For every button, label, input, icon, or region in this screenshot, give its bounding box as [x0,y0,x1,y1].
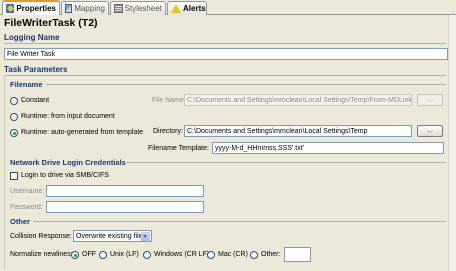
divider [33,221,446,222]
radio-newline-mac[interactable] [207,251,215,259]
radio-newline-unix-label: Unix (LF) [110,251,139,258]
properties-panel: FileWriterTask (T2) Logging Name File Wr… [0,15,456,271]
filename-template-label: Filename Template: [148,145,209,152]
file-name-browse-button[interactable]: ... [417,94,443,106]
radio-newline-windows-label: Windows (CR LF) [154,251,210,258]
chevron-down-icon [141,232,150,241]
radio-constant[interactable] [10,97,18,105]
divider [4,43,446,44]
radio-newline-off[interactable] [71,251,79,259]
tab-label: Alerts [183,4,206,13]
network-credentials-heading: Network Drive Login Credentials [10,158,126,167]
radio-runtime-auto[interactable] [10,129,18,137]
properties-icon [6,4,15,13]
other-heading: Other [10,217,31,226]
password-field[interactable] [46,201,204,213]
tab-label: Stylesheet [124,4,162,13]
collision-response-label: Collision Response: [10,233,72,240]
directory-browse-button[interactable]: ... [417,125,443,137]
filename-template-field[interactable]: yyyy-M-d_HHmmss.SSS'.txt' [212,142,444,154]
vertical-scrollbar[interactable] [448,15,456,271]
smb-login-checkbox[interactable] [10,172,18,180]
stylesheet-icon [114,4,123,13]
alert-icon [171,4,181,13]
directory-label: Directory: [153,128,183,135]
divider [126,162,446,163]
tab-stylesheet[interactable]: Stylesheet [110,1,166,15]
filename-heading: Filename [10,80,43,89]
tab-label: Properties [16,4,56,13]
page-title: FileWriterTask (T2) [4,17,98,29]
tab-properties[interactable]: Properties [2,0,60,15]
radio-constant-label: Constant [21,97,50,104]
tab-alerts[interactable]: Alerts [167,1,207,15]
username-label: Username: [10,188,45,195]
radio-newline-other[interactable] [250,251,258,259]
radio-newline-windows[interactable] [143,251,151,259]
username-field[interactable] [46,185,204,197]
radio-runtime-auto-label: Runtime: auto-generated from template [21,129,144,136]
divider [46,84,446,85]
radio-newline-unix[interactable] [99,251,107,259]
file-name-label: File Name: [152,97,186,104]
directory-field[interactable]: C:\Documents and Settings\mmclean\Local … [184,125,412,137]
collision-response-value: Overwrite existing file [76,233,143,240]
divider [4,75,446,76]
radio-newline-mac-label: Mac (CR) [218,251,248,258]
panel-border [4,75,5,269]
smb-login-label: Login to drive via SMB/CIFS [21,172,109,179]
logging-name-heading: Logging Name [4,33,60,42]
tab-mapping[interactable]: Mapping [61,1,109,15]
newline-other-field[interactable] [284,247,311,262]
password-label: Password: [10,204,43,211]
collision-response-select[interactable]: Overwrite existing file [73,230,152,242]
radio-newline-other-label: Other: [261,251,281,258]
file-name-field[interactable]: C:\Documents and Settings\mmclean\Local … [184,94,412,106]
logging-name-field[interactable]: File Writer Task [4,48,448,60]
tab-bar: Properties Mapping Stylesheet Alerts [0,0,456,15]
tab-label: Mapping [74,4,105,13]
task-parameters-heading: Task Parameters [4,65,68,74]
radio-runtime-input[interactable] [10,113,18,121]
mapping-icon [65,4,73,13]
radio-newline-off-label: OFF [82,251,96,258]
radio-runtime-input-label: Runtime: from input document [21,113,115,120]
normalize-newlines-label: Normalize newlines: [10,251,73,258]
